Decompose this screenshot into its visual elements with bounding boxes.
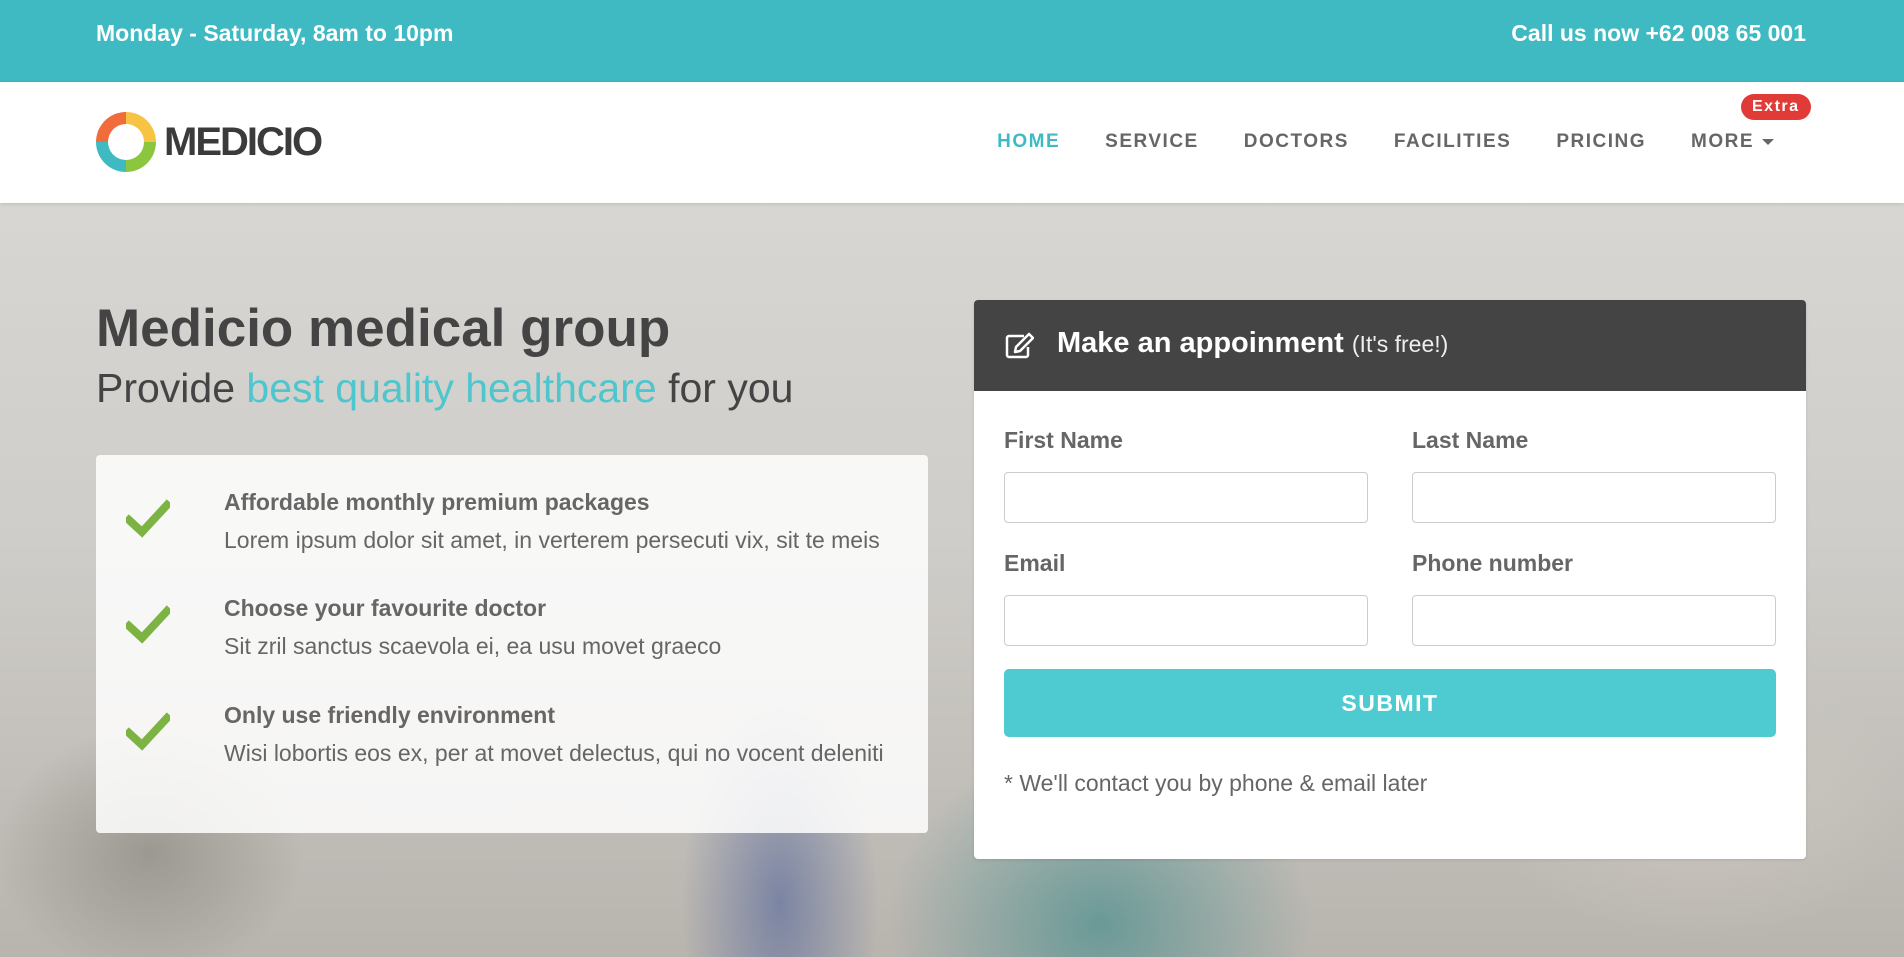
edit-icon xyxy=(1005,332,1034,359)
brand-logo[interactable]: MEDICIO xyxy=(96,112,323,172)
check-icon xyxy=(126,499,170,538)
phone-label: Phone number xyxy=(1412,550,1574,576)
feature-title: Only use friendly environment xyxy=(224,702,556,728)
appointment-free-note: (It's free!) xyxy=(1351,331,1449,357)
nav-item-doctors[interactable]: DOCTORS xyxy=(1244,131,1349,153)
hero-subtitle-post: for you xyxy=(656,365,794,411)
email-label: Email xyxy=(1004,550,1066,576)
feature-description: Wisi lobortis eos ex, per at movet delec… xyxy=(224,740,884,766)
feature-description: Lorem ipsum dolor sit amet, in verterem … xyxy=(224,527,880,553)
appointment-title: Make an appoinment (It's free!) xyxy=(1057,327,1448,360)
nav-item-facilities[interactable]: FACILITIES xyxy=(1394,131,1511,153)
nav-item-home[interactable]: HOME xyxy=(997,131,1060,153)
first-name-field[interactable] xyxy=(1004,472,1368,523)
last-name-label: Last Name xyxy=(1412,427,1529,453)
main-navbar: MEDICIO HOME SERVICE DOCTORS FACILITIES … xyxy=(0,82,1904,203)
hero-section: Medicio medical group Provide best quali… xyxy=(0,203,1904,957)
nav-item-more[interactable]: MORE Extra xyxy=(1691,94,1811,153)
nav-item-pricing[interactable]: PRICING xyxy=(1556,131,1646,153)
first-name-label: First Name xyxy=(1004,427,1123,453)
brand-name: MEDICIO xyxy=(164,119,323,164)
call-us-phone[interactable]: Call us now +62 008 65 001 xyxy=(1511,20,1806,47)
feature-title: Affordable monthly premium packages xyxy=(224,489,650,515)
feature-description: Sit zril sanctus scaevola ei, ea usu mov… xyxy=(224,633,722,659)
phone-field[interactable] xyxy=(1412,595,1776,646)
check-icon xyxy=(126,712,170,751)
appointment-title-text: Make an appoinment xyxy=(1057,327,1344,359)
feature-title: Choose your favourite doctor xyxy=(224,595,547,621)
extra-badge: Extra xyxy=(1741,94,1811,120)
check-icon xyxy=(126,605,170,644)
nav-item-service[interactable]: SERVICE xyxy=(1105,131,1199,153)
appointment-form: Make an appoinment (It's free!) First Na… xyxy=(974,300,1806,859)
hero-subtitle-pre: Provide xyxy=(96,365,247,411)
submit-button[interactable]: SUBMIT xyxy=(1004,669,1776,737)
chevron-down-icon xyxy=(1762,138,1774,145)
email-field[interactable] xyxy=(1004,595,1368,646)
hero-title: Medicio medical group xyxy=(96,299,671,358)
appointment-header: Make an appoinment (It's free!) xyxy=(974,300,1806,391)
hero-subtitle: Provide best quality healthcare for you xyxy=(96,365,793,412)
features-panel: Affordable monthly premium packages Lore… xyxy=(96,455,928,833)
contact-note: * We'll contact you by phone & email lat… xyxy=(1004,770,1428,796)
hero-subtitle-highlight: best quality healthcare xyxy=(246,365,657,411)
top-info-bar: Monday - Saturday, 8am to 10pm Call us n… xyxy=(0,0,1904,82)
nav-more-label: MORE xyxy=(1691,131,1754,152)
nav-menu: HOME SERVICE DOCTORS FACILITIES PRICING … xyxy=(952,94,1811,153)
opening-hours: Monday - Saturday, 8am to 10pm xyxy=(96,20,454,46)
logo-ring-icon xyxy=(96,112,156,172)
last-name-field[interactable] xyxy=(1412,472,1776,523)
